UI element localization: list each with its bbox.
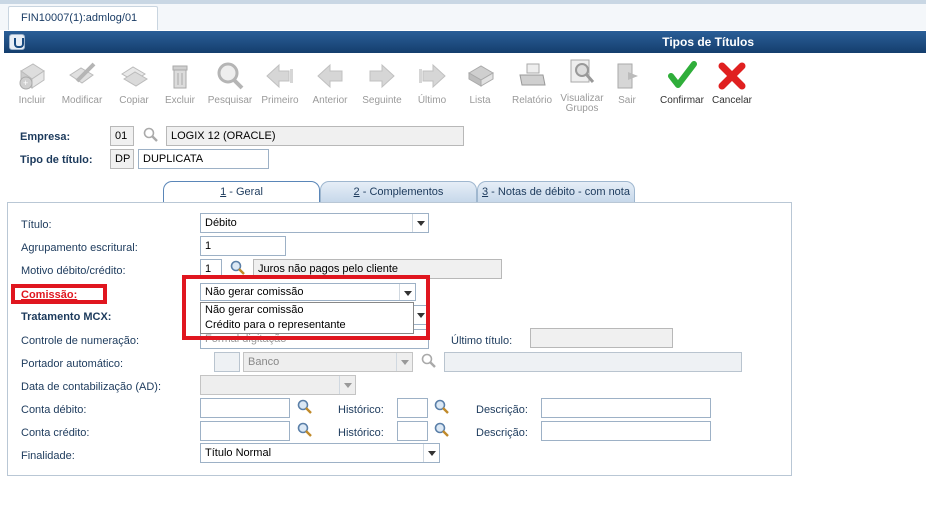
add-document-icon: + <box>17 61 47 91</box>
last-arrow-icon <box>417 61 447 91</box>
descricao-credito-field[interactable] <box>541 421 711 441</box>
relatorio-button[interactable]: Relatório <box>506 57 558 115</box>
tab-notas-debito[interactable]: 3 - Notas de débito - com nota <box>477 181 635 202</box>
tipo-titulo-label: Tipo de título: <box>20 154 93 166</box>
list-book-icon <box>465 61 495 91</box>
cancelar-button[interactable]: Cancelar <box>706 57 758 115</box>
edit-pencil-icon <box>67 61 97 91</box>
empresa-name-field: LOGIX 12 (ORACLE) <box>166 126 464 146</box>
empresa-label: Empresa: <box>20 131 71 143</box>
agrupamento-label: Agrupamento escritural: <box>21 242 138 254</box>
conta-credito-search-icon[interactable] <box>297 422 313 441</box>
green-check-icon <box>667 61 697 91</box>
seguinte-button[interactable]: Seguinte <box>356 57 408 115</box>
chevron-down-icon <box>339 376 355 394</box>
exit-door-icon <box>612 61 642 91</box>
agrupamento-field[interactable]: 1 <box>200 236 286 256</box>
descricao-debito-label: Descrição: <box>476 404 528 416</box>
ultimo-button[interactable]: Último <box>406 57 458 115</box>
historico-credito-label: Histórico: <box>338 427 384 439</box>
conta-credito-field[interactable] <box>200 421 290 441</box>
svg-text:+: + <box>23 78 28 88</box>
portador-search-icon[interactable] <box>421 353 437 372</box>
descricao-credito-label: Descrição: <box>476 427 528 439</box>
confirmar-button[interactable]: Confirmar <box>656 57 708 115</box>
conta-credito-label: Conta crédito: <box>21 427 90 439</box>
modificar-button[interactable]: Modificar <box>56 57 108 115</box>
conta-debito-field[interactable] <box>200 398 290 418</box>
comissao-dropdown-highlight <box>182 275 430 340</box>
tab-complementos[interactable]: 2 - Complementos <box>320 181 477 202</box>
historico-debito-search-icon[interactable] <box>434 399 450 418</box>
first-arrow-icon <box>265 61 295 91</box>
copy-icon <box>119 61 149 91</box>
window-title: Tipos de Títulos <box>662 35 754 49</box>
window-titlebar: Tipos de Títulos <box>4 31 926 53</box>
data-contabilizacao-select[interactable] <box>200 375 356 395</box>
titulo-select[interactable]: Débito <box>200 213 429 233</box>
conta-debito-label: Conta débito: <box>21 404 87 416</box>
tipo-titulo-code-field[interactable]: DP <box>110 149 134 169</box>
next-arrow-icon <box>367 61 397 91</box>
printer-icon <box>517 61 547 91</box>
pesquisar-button[interactable]: Pesquisar <box>204 57 256 115</box>
tab-geral[interactable]: 1 - Geral <box>163 181 320 202</box>
historico-debito-field[interactable] <box>397 398 428 418</box>
lista-button[interactable]: Lista <box>454 57 506 115</box>
conta-debito-search-icon[interactable] <box>297 399 313 418</box>
toolbar: + Incluir Modificar Copiar Excluir Pesqu… <box>4 53 926 117</box>
descricao-debito-field[interactable] <box>541 398 711 418</box>
finalidade-select[interactable]: Título Normal <box>200 443 440 463</box>
anterior-button[interactable]: Anterior <box>304 57 356 115</box>
groups-icon <box>567 57 597 87</box>
empresa-code-field[interactable]: 01 <box>110 126 134 146</box>
portador-banco-select[interactable]: Banco <box>243 352 413 372</box>
empresa-search-icon[interactable] <box>143 127 159 146</box>
portador-desc-field <box>444 352 742 372</box>
excluir-button[interactable]: Excluir <box>154 57 206 115</box>
document-tab[interactable]: FIN10007(1):admlog/01 <box>8 6 158 30</box>
trash-icon <box>165 61 195 91</box>
controle-numeracao-label: Controle de numeração: <box>21 335 140 347</box>
motivo-label: Motivo débito/crédito: <box>21 265 126 277</box>
portador-label: Portador automático: <box>21 358 124 370</box>
chevron-down-icon <box>412 214 428 232</box>
ultimo-titulo-field <box>530 328 673 348</box>
chevron-down-icon <box>396 353 412 371</box>
comissao-label: Comissão: <box>21 289 78 301</box>
copiar-button[interactable]: Copiar <box>108 57 160 115</box>
app-logo-icon <box>9 34 25 50</box>
finalidade-label: Finalidade: <box>21 450 75 462</box>
incluir-button[interactable]: + Incluir <box>6 57 58 115</box>
chevron-down-icon <box>423 444 439 462</box>
primeiro-button[interactable]: Primeiro <box>254 57 306 115</box>
red-x-icon <box>717 61 747 91</box>
search-icon <box>215 61 245 91</box>
historico-credito-field[interactable] <box>397 421 428 441</box>
tratamento-mcx-label: Tratamento MCX: <box>21 311 112 323</box>
sair-button[interactable]: Sair <box>601 57 653 115</box>
previous-arrow-icon <box>315 61 345 91</box>
ultimo-titulo-label: Último título: <box>451 335 513 347</box>
titulo-label: Título: <box>21 219 52 231</box>
historico-debito-label: Histórico: <box>338 404 384 416</box>
historico-credito-search-icon[interactable] <box>434 422 450 441</box>
tipo-titulo-name-field[interactable]: DUPLICATA <box>138 149 269 169</box>
portador-code-field[interactable] <box>214 352 240 372</box>
data-contabilizacao-label: Data de contabilização (AD): <box>21 381 162 393</box>
